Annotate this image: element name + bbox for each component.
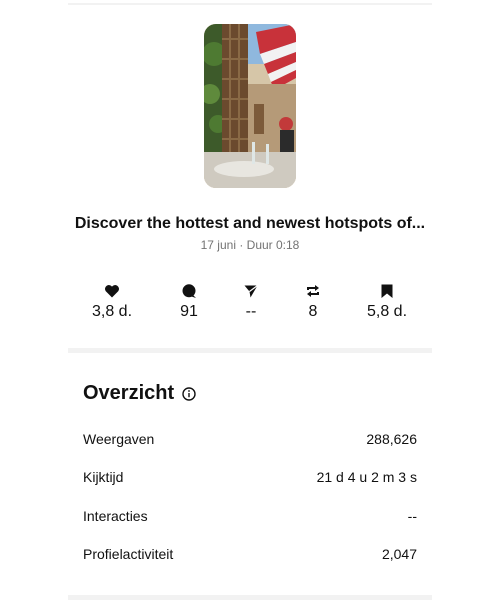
stat-likes[interactable]: 3,8 d. (72, 283, 152, 321)
section-divider (68, 348, 432, 353)
top-divider (68, 3, 432, 5)
metric-row-interactions: Interacties -- (83, 508, 417, 524)
heart-icon (105, 285, 119, 298)
overview-title: Overzicht (83, 382, 175, 404)
metric-label: Profielactiviteit (83, 546, 174, 562)
info-icon[interactable] (182, 386, 196, 401)
metric-label: Kijktijd (83, 469, 124, 485)
metric-label: Weergaven (83, 431, 155, 447)
bookmark-icon (381, 284, 393, 298)
overview-heading: Overzicht (83, 382, 196, 405)
metric-row-views: Weergaven 288,626 (83, 431, 417, 447)
reel-title: Discover the hottest and newest hotspots… (74, 215, 426, 232)
comment-icon (182, 284, 196, 298)
reposts-count: 8 (308, 303, 318, 320)
stat-saves[interactable]: 5,8 d. (347, 283, 427, 321)
repost-icon (307, 285, 319, 297)
share-icon (244, 285, 258, 298)
metric-row-profile-activity: Profielactiviteit 2,047 (83, 546, 417, 562)
bottom-divider (68, 595, 432, 600)
metric-row-watch-time: Kijktijd 21 d 4 u 2 m 3 s (83, 469, 417, 485)
reel-meta: 17 juni · Duur 0:18 (200, 238, 300, 252)
metric-value: -- (407, 508, 417, 524)
metric-value: 2,047 (381, 546, 417, 562)
reel-thumbnail[interactable] (204, 24, 296, 188)
saves-count: 5,8 d. (366, 303, 408, 320)
metric-value: 21 d 4 u 2 m 3 s (316, 469, 417, 485)
likes-count: 3,8 d. (91, 303, 133, 320)
stat-reposts[interactable]: 8 (273, 283, 353, 321)
metric-label: Interacties (83, 508, 148, 524)
metric-value: 288,626 (366, 431, 417, 447)
